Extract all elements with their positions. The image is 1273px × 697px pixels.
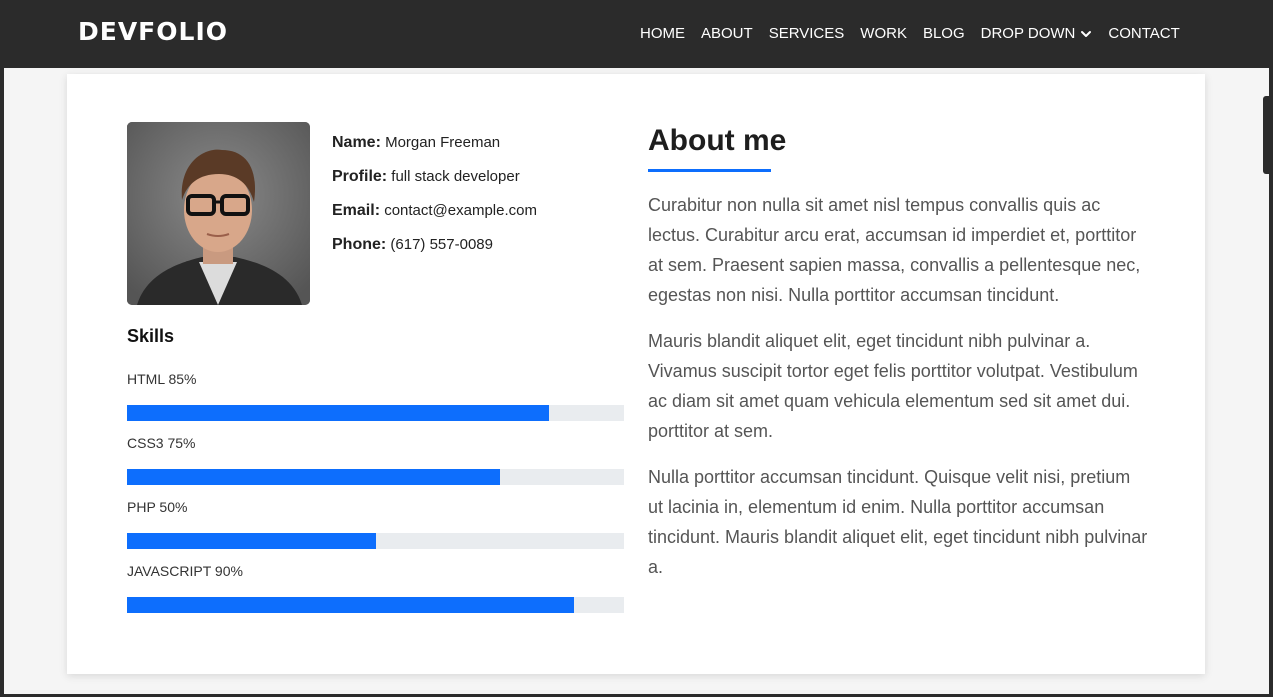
about-paragraph: Curabitur non nulla sit amet nisl tempus… <box>648 195 1141 305</box>
nav-dropdown[interactable]: DROP DOWN <box>981 25 1093 42</box>
skills-title: Skills <box>127 326 175 346</box>
phone-value: (617) 557-0089 <box>390 236 493 253</box>
about-paragraph: Mauris blandit aliquet elit, eget tincid… <box>648 331 1138 441</box>
profile-value: full stack developer <box>391 168 520 185</box>
skill-css3: CSS3 75% <box>127 435 624 485</box>
phone-label: Phone: <box>332 236 387 253</box>
nav-services[interactable]: SERVICES <box>769 25 845 42</box>
navbar: DEVFOLIO HOME ABOUT SERVICES WORK BLOG D… <box>4 0 1269 68</box>
profile-photo-image <box>127 122 310 305</box>
skill-progress-track <box>127 469 624 485</box>
about-text: Curabitur non nulla sit amet nisl tempus… <box>648 190 1148 598</box>
profile-info: Name: Morgan Freeman Profile: full stack… <box>332 134 537 270</box>
skill-progress-track <box>127 597 624 613</box>
about-card: Name: Morgan Freeman Profile: full stack… <box>67 74 1205 674</box>
nav-menu: HOME ABOUT SERVICES WORK BLOG DROP DOWN … <box>640 25 1180 42</box>
email-label: Email: <box>332 202 381 219</box>
name-label: Name: <box>332 134 381 151</box>
profile-photo <box>127 122 310 305</box>
skill-label: HTML 85% <box>127 371 197 387</box>
about-title-underline <box>648 169 771 172</box>
nav-work[interactable]: WORK <box>860 25 907 42</box>
profile-label: Profile: <box>332 168 388 185</box>
skill-javascript: JAVASCRIPT 90% <box>127 563 624 613</box>
profile-email-row: Email: contact@example.com <box>332 202 537 222</box>
name-value: Morgan Freeman <box>385 134 501 151</box>
skill-label: JAVASCRIPT 90% <box>127 563 243 579</box>
profile-phone-row: Phone: (617) 557-0089 <box>332 236 537 256</box>
scrollbar-thumb[interactable] <box>1263 96 1269 174</box>
nav-dropdown-label: DROP DOWN <box>980 25 1076 42</box>
skill-progress-track <box>127 533 624 549</box>
brand-logo[interactable]: DEVFOLIO <box>78 17 228 46</box>
skill-progress-fill <box>127 533 376 549</box>
nav-blog[interactable]: BLOG <box>923 25 965 42</box>
skill-progress-track <box>127 405 624 421</box>
skill-html: HTML 85% <box>127 371 624 421</box>
chevron-down-icon <box>1081 30 1092 37</box>
skill-progress-fill <box>127 405 550 421</box>
nav-contact[interactable]: CONTACT <box>1108 25 1179 42</box>
profile-name-row: Name: Morgan Freeman <box>332 134 537 154</box>
skill-progress-fill <box>127 597 575 613</box>
skill-progress-fill <box>127 469 500 485</box>
email-value: contact@example.com <box>384 202 537 219</box>
about-paragraph: Nulla porttitor accumsan tincidunt. Quis… <box>648 467 1148 577</box>
window-frame-right <box>1269 0 1273 697</box>
about-title: About me <box>648 124 787 157</box>
nav-home[interactable]: HOME <box>640 25 685 42</box>
skill-php: PHP 50% <box>127 499 624 549</box>
skill-label: PHP 50% <box>127 499 188 515</box>
nav-about[interactable]: ABOUT <box>701 25 753 42</box>
profile-profile-row: Profile: full stack developer <box>332 168 537 188</box>
skill-label: CSS3 75% <box>127 435 196 451</box>
window-frame-left <box>0 0 4 697</box>
